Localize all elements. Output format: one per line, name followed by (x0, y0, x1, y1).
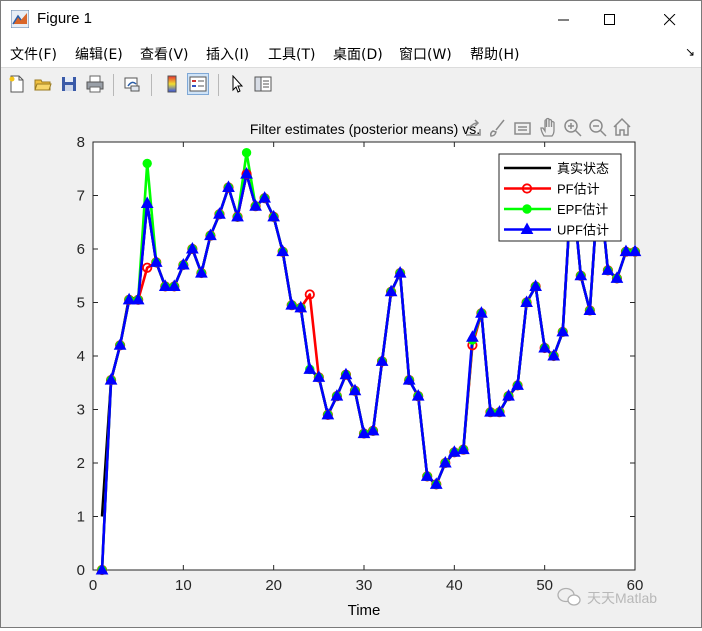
legend-label: PF估计 (557, 182, 600, 197)
menu-tools[interactable]: 工具(T) (268, 44, 315, 64)
plot-svg: 0 10 20 30 40 50 60012345678 Filter estimates … (77, 117, 657, 619)
menu-overflow-icon[interactable]: ↘ (685, 45, 695, 59)
watermark: 天天Matlab (557, 587, 657, 606)
open-button[interactable] (32, 73, 54, 95)
save-button[interactable] (58, 73, 80, 95)
legend-label: 真实状态 (557, 161, 609, 176)
epf-point (142, 158, 152, 169)
new-file-icon (9, 75, 24, 93)
legend-label: EPF估计 (557, 202, 608, 217)
edit-plot-button[interactable] (226, 73, 248, 95)
figure-toolbar (1, 67, 701, 103)
x-tick-label: 0 (89, 577, 97, 594)
menu-edit[interactable]: 编辑(E) (75, 44, 123, 64)
y-tick-label: 3 (77, 402, 85, 419)
title-bar: Figure 1 (1, 1, 701, 39)
data-tips-button[interactable] (514, 122, 531, 135)
watermark-text: 天天Matlab (587, 590, 657, 606)
zoom-in-icon (564, 119, 582, 137)
y-tick-label: 8 (77, 134, 85, 151)
menu-desktop[interactable]: 桌面(D) (333, 44, 383, 64)
open-folder-icon (34, 79, 52, 91)
menu-view[interactable]: 查看(V) (140, 44, 189, 64)
property-inspector-icon (254, 76, 272, 92)
print-icon (86, 75, 104, 93)
menu-insert[interactable]: 插入(I) (206, 44, 249, 64)
save-icon (62, 77, 76, 91)
figure-window: Figure 1 文件(F) 编辑(E) 查看(V) 插入(I) 工具(T) 桌… (0, 0, 702, 628)
legend-label: UPF估计 (557, 223, 609, 238)
pan-button[interactable] (540, 117, 555, 137)
x-tick-label: 20 (265, 577, 282, 594)
x-tick-label: 40 (446, 577, 463, 594)
y-tick-label: 5 (77, 295, 85, 312)
zoom-out-button[interactable] (589, 119, 607, 137)
axes-toolbar (466, 117, 631, 137)
legend-button[interactable] (187, 73, 209, 95)
chart-title: Filter estimates (posterior means) vs. (250, 121, 480, 137)
x-tick-label: 10 (175, 577, 192, 594)
x-tick-label: 30 (356, 577, 373, 594)
link-plot-button[interactable] (121, 73, 143, 95)
brush-icon (490, 119, 505, 137)
toolbar-separator (113, 74, 114, 96)
menu-help[interactable]: 帮助(H) (470, 44, 519, 64)
print-button[interactable] (84, 73, 106, 95)
legend-icon (189, 76, 207, 92)
y-tick-label: 2 (77, 455, 85, 472)
y-tick-label: 7 (77, 188, 85, 205)
figure-canvas: 0 10 20 30 40 50 60 0 1 2 3 4 5 6 7 8 Filter estimates … (1, 102, 701, 627)
window-title: Figure 1 (37, 10, 93, 27)
maximize-icon (604, 14, 615, 25)
minimize-button[interactable] (541, 1, 587, 39)
y-tick-label: 4 (77, 348, 85, 365)
pan-icon (540, 117, 555, 137)
home-icon (613, 117, 631, 136)
menu-window[interactable]: 窗口(W) (399, 44, 452, 64)
wechat-icon (557, 587, 581, 606)
epf-point (241, 148, 252, 158)
colorbar-button[interactable] (161, 73, 183, 95)
zoom-in-button[interactable] (564, 119, 582, 137)
menu-file[interactable]: 文件(F) (10, 44, 57, 64)
brush-button[interactable] (490, 119, 505, 137)
menu-bar: 文件(F) 编辑(E) 查看(V) 插入(I) 工具(T) 桌面(D) 窗口(W… (1, 39, 701, 67)
minimize-icon (558, 19, 569, 21)
close-button[interactable] (647, 1, 693, 39)
pointer-icon (232, 75, 244, 93)
epf-point (522, 204, 532, 214)
restore-view-button[interactable] (613, 117, 631, 136)
toolbar-separator (218, 74, 219, 96)
property-inspector-button[interactable] (252, 73, 274, 95)
y-tick-label: 0 (77, 562, 85, 579)
x-axis-label: Time (348, 602, 381, 619)
x-tick-label: 50 (536, 577, 553, 594)
zoom-out-icon (589, 119, 607, 137)
data-tips-icon (514, 122, 531, 135)
y-tick-label: 1 (77, 509, 85, 526)
close-icon (664, 14, 676, 26)
matlab-icon (11, 10, 29, 28)
new-figure-button[interactable] (6, 73, 28, 95)
colorbar-icon (167, 75, 177, 93)
maximize-button[interactable] (587, 1, 633, 39)
toolbar-separator (151, 74, 152, 96)
legend[interactable]: 真实状态 PF估计 EPF估计 UPF估计 (498, 153, 622, 242)
y-tick-label: 6 (77, 241, 85, 258)
link-plot-icon (124, 77, 140, 92)
